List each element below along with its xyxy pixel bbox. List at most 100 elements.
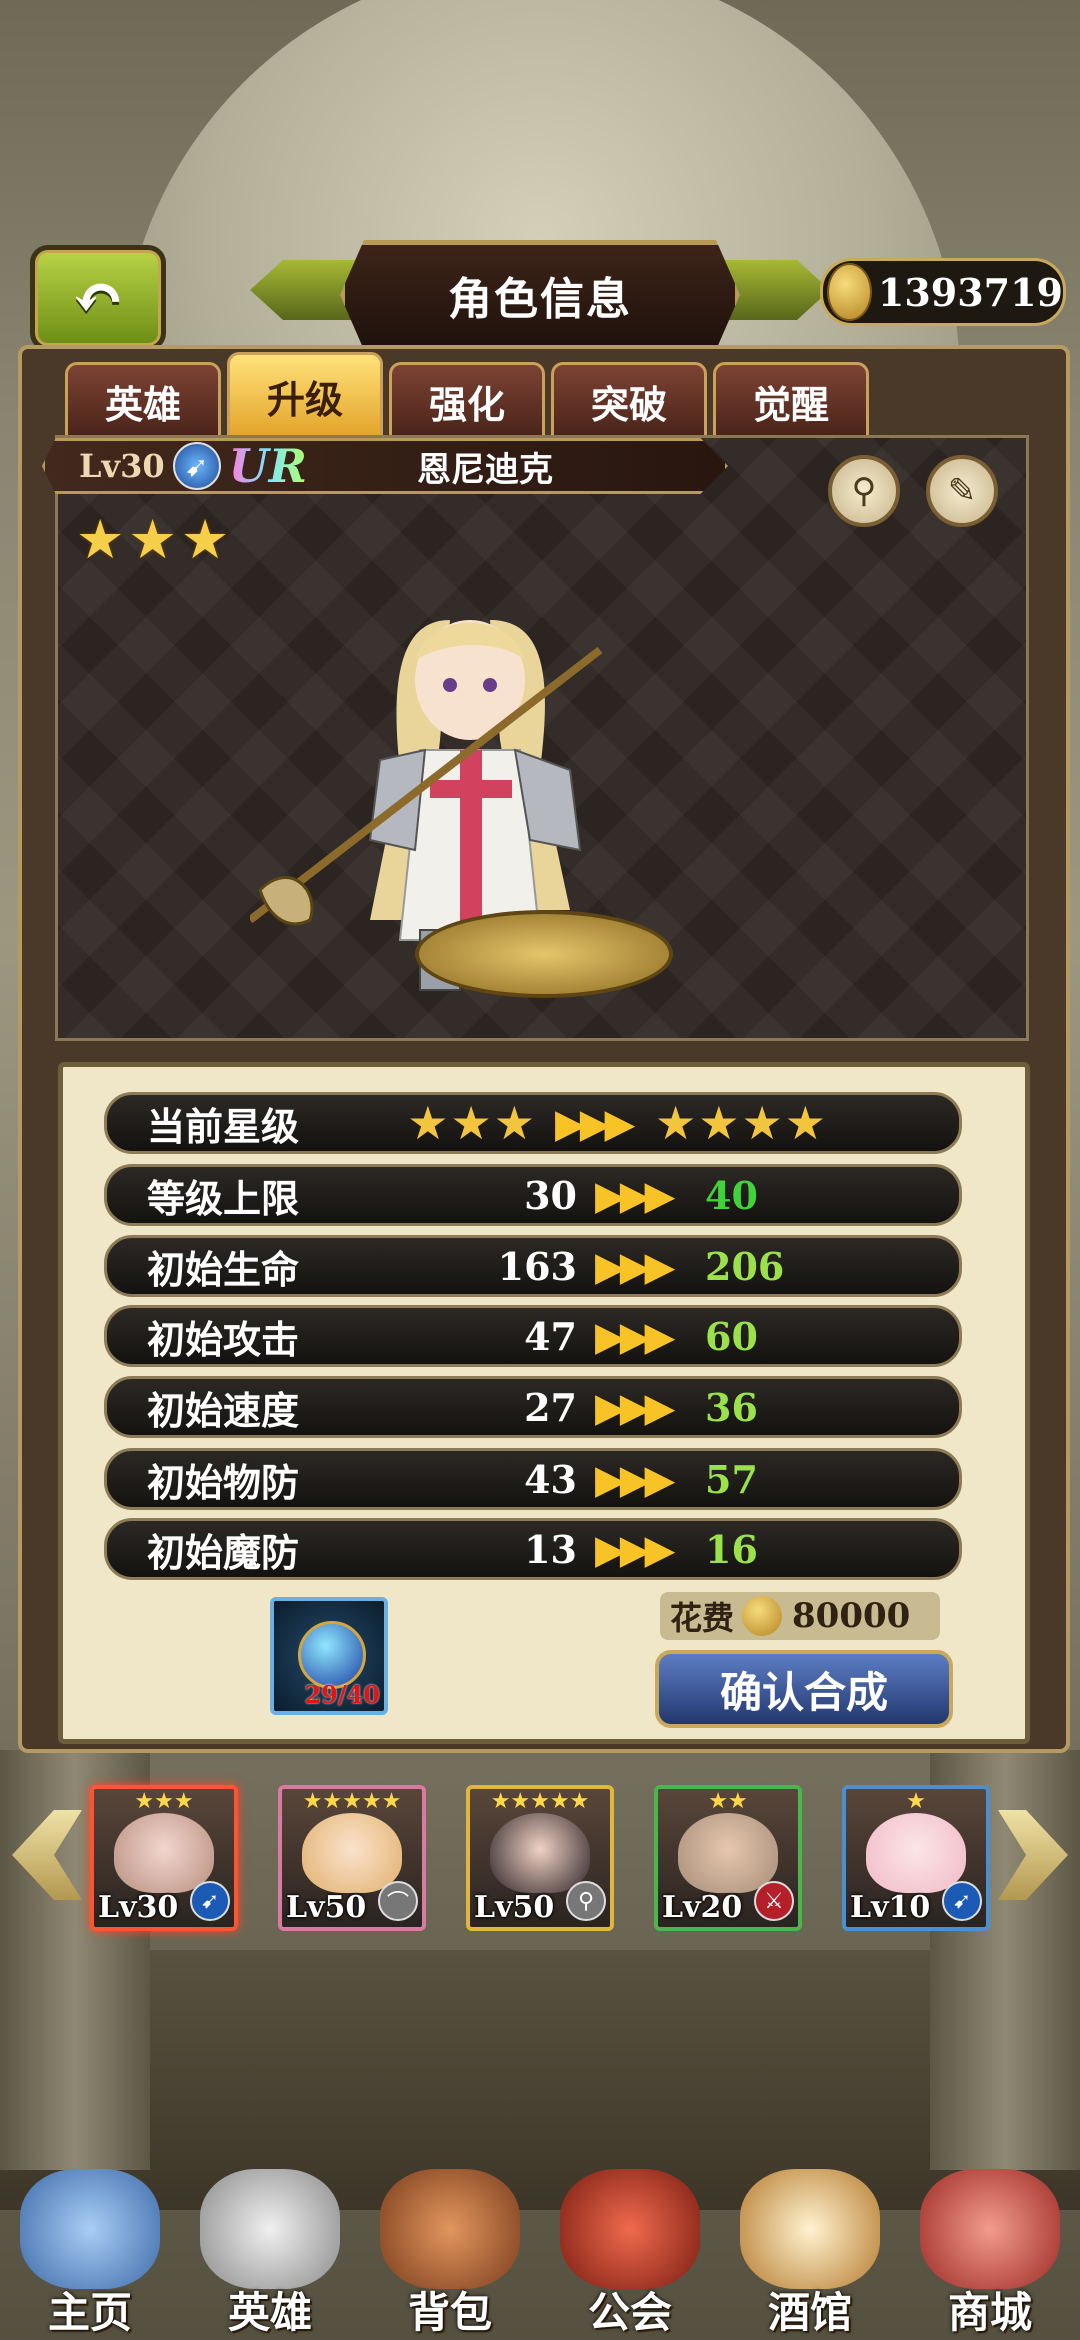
stat-label: 等级上限 — [147, 1175, 300, 1221]
arrow-icon: ▶▶▶ — [595, 1242, 675, 1290]
shield-icon — [560, 2169, 700, 2289]
nav-home[interactable]: 主页 — [8, 2160, 173, 2340]
nav-shop[interactable]: 商城 — [908, 2160, 1073, 2340]
tab-hero[interactable]: 英雄 — [65, 362, 221, 437]
arrow-icon: ▶▶▶ — [595, 1383, 675, 1431]
card-stars: ★ — [906, 1789, 926, 1814]
title-plate: 角色信息 — [340, 240, 740, 350]
card-stars: ★★★★★ — [490, 1789, 590, 1814]
roster-card[interactable]: ★★★★★ Lv50 ⚲ — [466, 1785, 614, 1931]
cost-display: 花费 80000 — [660, 1592, 940, 1640]
hero-star-rating: ★★★ — [76, 508, 234, 571]
stat-to: 57 — [705, 1456, 758, 1502]
gold-coin-icon — [827, 263, 872, 321]
backpack-icon — [380, 2169, 520, 2289]
hero-avatar — [490, 1813, 590, 1893]
confirm-compose-button[interactable]: 确认合成 — [655, 1650, 953, 1728]
cost-label: 花费 — [670, 1599, 735, 1637]
hero-avatar — [866, 1813, 966, 1893]
beer-mug-icon — [740, 2169, 880, 2289]
staff-class-icon: ⚲ — [566, 1881, 606, 1921]
nav-label: 商城 — [947, 2288, 1032, 2337]
bow-class-icon: ⌒ — [378, 1881, 418, 1921]
hero-name: 恩尼迪克 — [416, 449, 553, 490]
nav-label: 背包 — [407, 2288, 492, 2337]
stat-row: 初始速度 27 ▶▶▶ 36 — [104, 1376, 962, 1438]
star-level-row: 当前星级 ★★★ ▶▶▶ ★★★★ — [104, 1092, 962, 1154]
shop-stall-icon — [920, 2169, 1060, 2289]
material-count: 29/40 — [304, 1680, 380, 1709]
cost-value: 80000 — [792, 1596, 911, 1636]
edit-button[interactable]: ✎ — [926, 455, 998, 527]
stat-label: 初始攻击 — [147, 1316, 300, 1362]
tab-enhance[interactable]: 强化 — [389, 362, 545, 437]
stat-label: 初始生命 — [147, 1246, 300, 1292]
arrow-icon: ▶▶▶ — [555, 1099, 635, 1147]
stat-to: 206 — [705, 1243, 785, 1289]
tab-awaken[interactable]: 觉醒 — [713, 362, 869, 437]
material-slot[interactable]: 29/40 — [270, 1597, 388, 1715]
hero-avatar — [678, 1813, 778, 1893]
title-banner: 角色信息 — [250, 240, 830, 350]
sword-class-icon: ⚔ — [754, 1881, 794, 1921]
hero-pedestal — [415, 910, 673, 998]
spear-class-icon: ➹ — [190, 1881, 230, 1921]
magnifier-icon: ⚲ — [851, 471, 877, 511]
stat-from: 30 — [524, 1172, 577, 1218]
nav-label: 酒馆 — [767, 2288, 852, 2337]
nav-label: 公会 — [587, 2288, 672, 2337]
spear-class-icon: ➹ — [942, 1881, 982, 1921]
stat-label: 初始物防 — [147, 1459, 300, 1505]
stat-to: 60 — [705, 1313, 758, 1359]
helmet-icon — [200, 2169, 340, 2289]
tab-bar: 英雄 升级 强化 突破 觉醒 — [65, 352, 869, 437]
card-level: Lv30 — [98, 1890, 179, 1925]
spear-class-icon: ➹ — [172, 442, 221, 490]
stat-to: 36 — [705, 1384, 758, 1430]
stat-to: 40 — [705, 1172, 758, 1218]
card-stars: ★★★ — [134, 1789, 194, 1814]
stat-row: 初始攻击 47 ▶▶▶ 60 — [104, 1305, 962, 1367]
tab-breakthrough[interactable]: 突破 — [551, 362, 707, 437]
hero-avatar — [302, 1813, 402, 1893]
card-level: Lv50 — [474, 1890, 555, 1925]
gold-counter: 1393719 — [820, 258, 1066, 326]
stat-from: 47 — [524, 1313, 577, 1359]
castle-icon — [20, 2169, 160, 2289]
stat-row: 等级上限 30 ▶▶▶ 40 — [104, 1164, 962, 1226]
stat-from: 43 — [524, 1456, 577, 1502]
nav-bag[interactable]: 背包 — [368, 2160, 533, 2340]
roster-card[interactable]: ★ Lv10 ➹ — [842, 1785, 990, 1931]
roster-card[interactable]: ★★★★★ Lv50 ⌒ — [278, 1785, 426, 1931]
star-to: ★★★★ — [655, 1096, 828, 1150]
roster-card[interactable]: ★★ Lv20 ⚔ — [654, 1785, 802, 1931]
roster-card[interactable]: ★★★ Lv30 ➹ — [90, 1785, 238, 1931]
stat-from: 27 — [524, 1384, 577, 1430]
card-level: Lv10 — [850, 1890, 931, 1925]
nav-label: 主页 — [47, 2288, 132, 2337]
stat-row: 初始物防 43 ▶▶▶ 57 — [104, 1448, 962, 1510]
bottom-nav: 主页 英雄 背包 公会 酒馆 商城 — [0, 2160, 1080, 2340]
star-from: ★★★ — [407, 1096, 537, 1150]
stat-from: 163 — [497, 1243, 577, 1289]
stat-row: 初始魔防 13 ▶▶▶ 16 — [104, 1518, 962, 1580]
nav-heroes[interactable]: 英雄 — [188, 2160, 353, 2340]
arrow-icon: ▶▶▶ — [595, 1171, 675, 1219]
card-stars: ★★ — [708, 1789, 748, 1814]
back-button[interactable]: ↶ — [30, 245, 166, 351]
nav-guild[interactable]: 公会 — [548, 2160, 713, 2340]
hero-level: Lv30 — [79, 447, 165, 485]
gold-value: 1393719 — [877, 269, 1063, 315]
nav-tavern[interactable]: 酒馆 — [728, 2160, 893, 2340]
hero-avatar — [114, 1813, 214, 1893]
tab-upgrade[interactable]: 升级 — [227, 352, 383, 437]
card-level: Lv20 — [662, 1890, 743, 1925]
stat-label: 当前星级 — [147, 1103, 300, 1149]
arrow-icon: ▶▶▶ — [595, 1455, 675, 1503]
stat-label: 初始速度 — [147, 1387, 300, 1433]
hero-name-bar: Lv30 ➹ UR 恩尼迪克 — [42, 438, 728, 494]
stat-label: 初始魔防 — [147, 1529, 300, 1575]
search-button[interactable]: ⚲ — [828, 455, 900, 527]
arrow-icon: ▶▶▶ — [595, 1525, 675, 1573]
hero-roster: ★★★ Lv30 ➹ ★★★★★ Lv50 ⌒ ★★★★★ Lv50 ⚲ ★★ … — [90, 1785, 1010, 1931]
